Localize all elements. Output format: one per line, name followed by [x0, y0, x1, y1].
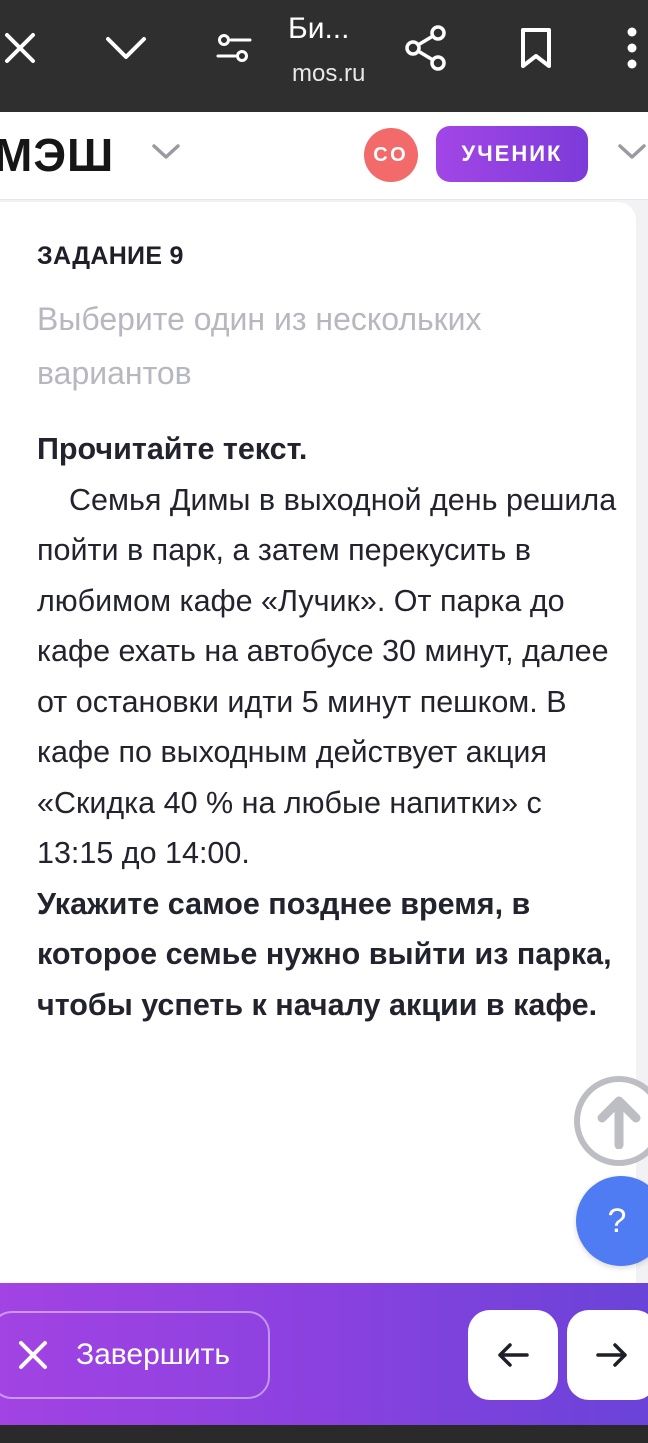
- task-text: Прочитайте текст. Семья Димы в выходной …: [37, 424, 617, 1030]
- share-icon[interactable]: [398, 20, 454, 76]
- finish-button-label: Завершить: [76, 1338, 230, 1371]
- chevron-down-icon[interactable]: [98, 20, 154, 76]
- close-icon: [19, 1341, 47, 1369]
- arrow-up-icon: [597, 1096, 641, 1149]
- task-number: ЗАДАНИЕ 9: [37, 242, 184, 270]
- chevron-down-icon[interactable]: [616, 140, 648, 167]
- app-logo[interactable]: МЭШ: [0, 128, 114, 182]
- avatar[interactable]: СО: [364, 128, 418, 182]
- app-header: МЭШ СО УЧЕНИК: [0, 112, 648, 200]
- close-icon[interactable]: [0, 20, 48, 76]
- arrow-left-icon: [498, 1343, 529, 1367]
- more-icon[interactable]: [604, 20, 648, 76]
- system-nav-edge: [0, 1425, 648, 1443]
- chevron-down-icon[interactable]: [150, 140, 182, 167]
- page-title[interactable]: Би...: [288, 12, 349, 46]
- browser-toolbar: Би... mos.ru: [0, 0, 648, 112]
- finish-button[interactable]: Завершить: [0, 1311, 270, 1399]
- bottom-action-bar: Завершить: [0, 1283, 648, 1425]
- page-url[interactable]: mos.ru: [292, 60, 365, 88]
- task-question: Укажите самое позднее время, в которое с…: [37, 886, 612, 1022]
- next-button[interactable]: [567, 1310, 648, 1400]
- task-intro: Прочитайте текст.: [37, 432, 308, 466]
- task-body: Семья Димы в выходной день решила пойти …: [37, 482, 617, 871]
- prev-button[interactable]: [468, 1310, 558, 1400]
- role-switch-button[interactable]: УЧЕНИК: [436, 126, 588, 182]
- tune-icon[interactable]: [206, 20, 262, 76]
- bookmark-icon[interactable]: [508, 20, 564, 76]
- task-hint: Выберите один из нескольких вариантов: [37, 301, 482, 391]
- arrow-right-icon: [596, 1343, 627, 1367]
